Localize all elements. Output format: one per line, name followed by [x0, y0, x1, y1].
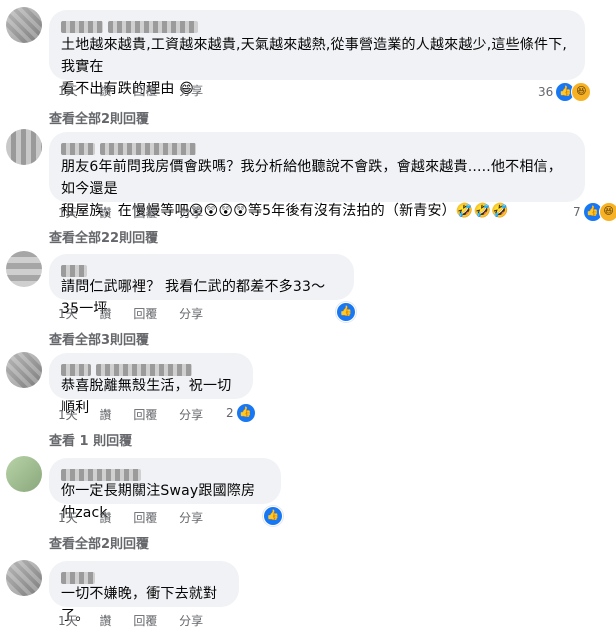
like-button[interactable]: 讚 [99, 406, 111, 423]
author-name-redacted[interactable] [61, 18, 573, 33]
comment-actions: 1天 讚 回覆 分享 [58, 406, 221, 423]
author-name-redacted[interactable] [61, 361, 241, 376]
avatar[interactable] [6, 456, 42, 492]
share-button[interactable]: 分享 [179, 82, 203, 99]
reaction-count: 36 [538, 85, 554, 99]
share-button[interactable]: 分享 [179, 406, 203, 423]
share-button[interactable]: 分享 [179, 204, 203, 221]
reaction-count: 7 [573, 205, 581, 219]
reply-button[interactable]: 回覆 [133, 82, 157, 99]
avatar[interactable] [6, 129, 42, 165]
reply-button[interactable]: 回覆 [133, 204, 157, 221]
view-replies-link[interactable]: 查看 1 則回覆 [49, 430, 132, 449]
comment-bubble: 你一定長期關注Sway跟國際房仲zack [49, 458, 281, 521]
comment-bubble: 請問仁武哪裡？ 我看仁武的都差不多33～35一坪 [49, 254, 354, 317]
time-link[interactable]: 1天 [58, 204, 78, 221]
time-link[interactable]: 1天 [58, 82, 78, 99]
reply-button[interactable]: 回覆 [133, 509, 157, 526]
author-name-redacted[interactable] [61, 262, 342, 277]
comment-thread: 土地越來越貴,工資越來越貴,天氣越來越熱,從事營造業的人越來越少,這些條件下,我… [0, 0, 616, 629]
comment-bubble: 土地越來越貴,工資越來越貴,天氣越來越熱,從事營造業的人越來越少,這些條件下,我… [49, 10, 585, 97]
view-replies-link[interactable]: 查看全部2則回覆 [49, 533, 149, 552]
comment-bubble: 一切不嫌晚，衝下去就對了。 [49, 561, 239, 624]
comment-bubble: 恭喜脫離無殼生活，祝一切順利 [49, 353, 253, 416]
comment-text-line: 朋友6年前問我房價會跌嗎？我分析給他聽說不會跌，會越來越貴.....他不相信，如… [61, 159, 562, 197]
reaction-count: 2 [226, 406, 234, 420]
time-link[interactable]: 1天 [58, 305, 78, 322]
avatar[interactable] [6, 352, 42, 388]
author-name-redacted[interactable] [61, 466, 269, 481]
comment-actions: 1天 讚 回覆 分享 [58, 612, 221, 629]
like-icon: 👍 [235, 403, 256, 423]
comment-bubble: 朋友6年前問我房價會跌嗎？我分析給他聽說不會跌，會越來越貴.....他不相信，如… [49, 132, 585, 219]
author-name-redacted[interactable] [61, 569, 227, 584]
share-button[interactable]: 分享 [179, 612, 203, 629]
like-button[interactable]: 讚 [99, 204, 111, 221]
reply-button[interactable]: 回覆 [133, 305, 157, 322]
comment-text-line: 土地越來越貴,工資越來越貴,天氣越來越熱,從事營造業的人越來越少,這些條件下,我… [61, 37, 568, 75]
time-link[interactable]: 1天 [58, 612, 78, 629]
comment-actions: 1天 讚 回覆 分享 [58, 82, 221, 99]
view-replies-link[interactable]: 查看全部2則回覆 [49, 108, 149, 127]
time-link[interactable]: 1天 [58, 509, 78, 526]
view-replies-link[interactable]: 查看全部22則回覆 [49, 227, 158, 246]
haha-icon: 😆 [571, 82, 592, 102]
share-button[interactable]: 分享 [179, 305, 203, 322]
avatar[interactable] [6, 7, 42, 43]
reaction-summary[interactable]: 7 👍 😆 [573, 202, 616, 222]
time-link[interactable]: 1天 [58, 406, 78, 423]
like-icon[interactable]: 👍 [336, 302, 356, 322]
reaction-summary[interactable]: 2 👍 [226, 403, 256, 423]
avatar[interactable] [6, 251, 42, 287]
like-button[interactable]: 讚 [99, 612, 111, 629]
like-button[interactable]: 讚 [99, 82, 111, 99]
view-replies-link[interactable]: 查看全部3則回覆 [49, 329, 149, 348]
like-icon[interactable]: 👍 [263, 506, 283, 526]
reaction-summary[interactable]: 36 👍 😆 [538, 82, 592, 102]
avatar[interactable] [6, 560, 42, 596]
comment-actions: 1天 讚 回覆 分享 [58, 305, 221, 322]
comment-actions: 1天 讚 回覆 分享 [58, 204, 221, 221]
comment-actions: 1天 讚 回覆 分享 [58, 509, 221, 526]
reply-button[interactable]: 回覆 [133, 406, 157, 423]
reply-button[interactable]: 回覆 [133, 612, 157, 629]
like-button[interactable]: 讚 [99, 305, 111, 322]
like-button[interactable]: 讚 [99, 509, 111, 526]
author-name-redacted[interactable] [61, 140, 573, 155]
haha-icon: 😆 [598, 202, 616, 222]
share-button[interactable]: 分享 [179, 509, 203, 526]
